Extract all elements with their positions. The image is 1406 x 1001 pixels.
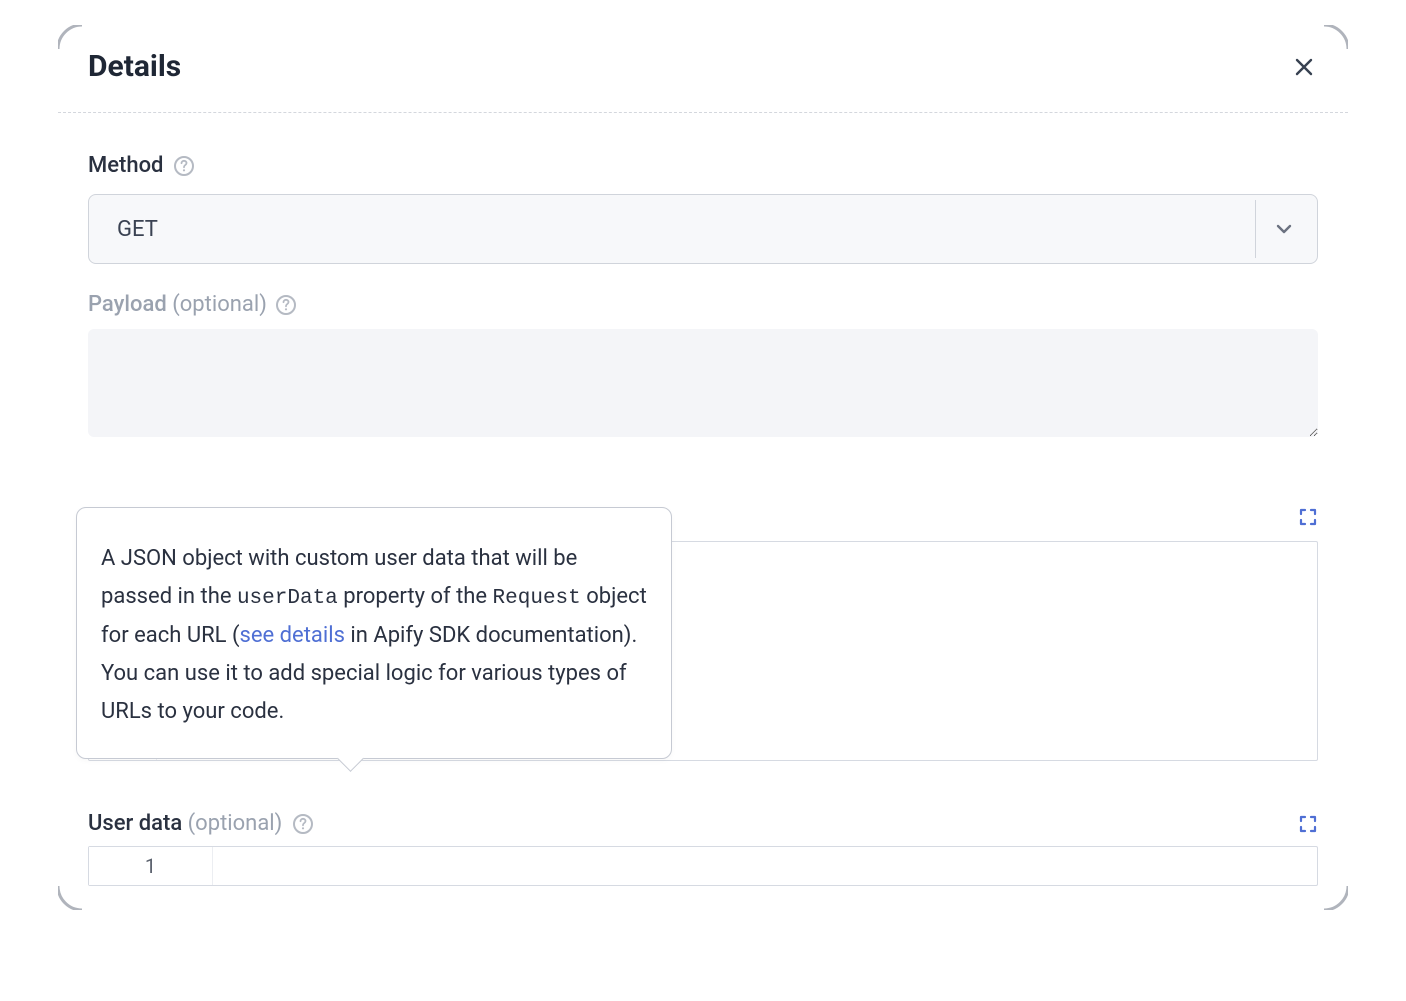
see-details-link[interactable]: see details: [240, 623, 345, 648]
method-label: Method: [88, 153, 163, 178]
code-request: Request: [493, 587, 581, 610]
userdata-tooltip: A JSON object with custom user data that…: [76, 507, 672, 759]
payload-textarea[interactable]: [88, 329, 1318, 437]
method-select[interactable]: GET: [88, 194, 1318, 264]
user-data-json-editor[interactable]: 1: [88, 846, 1318, 886]
json-main[interactable]: [213, 847, 1317, 885]
headers-section: A JSON object with custom user data that…: [88, 507, 1318, 761]
payload-label: Payload (optional): [88, 292, 267, 317]
user-data-optional: (optional): [188, 811, 283, 836]
method-select-wrapper: GET: [88, 194, 1318, 264]
user-data-label: User data (optional): [88, 811, 282, 836]
help-icon[interactable]: [275, 294, 297, 316]
chevron-down-icon: [1273, 218, 1295, 240]
user-data-section: User data (optional) 1: [88, 811, 1318, 886]
payload-label-row: Payload (optional): [88, 292, 1318, 317]
corner-tr: [1322, 25, 1348, 51]
expand-icon[interactable]: [1298, 507, 1318, 527]
corner-br: [1322, 884, 1348, 910]
json-gutter: 1: [89, 847, 213, 885]
user-data-label-row: User data (optional): [88, 811, 1318, 836]
corner-tl: [58, 25, 84, 51]
code-userdata: userData: [237, 587, 338, 610]
modal-content: Method GET Payload: [58, 113, 1348, 441]
close-button[interactable]: [1290, 53, 1318, 81]
modal-title: Details: [88, 49, 181, 84]
help-icon[interactable]: [173, 155, 195, 177]
corner-bl: [58, 884, 84, 910]
expand-icon[interactable]: [1298, 814, 1318, 834]
close-icon: [1292, 55, 1316, 79]
details-modal: Details Method GET: [58, 25, 1348, 910]
help-icon[interactable]: [292, 813, 314, 835]
payload-optional: (optional): [172, 292, 267, 317]
line-number: 1: [145, 854, 156, 878]
method-label-row: Method: [88, 153, 1318, 178]
method-value: GET: [117, 217, 158, 242]
modal-header: Details: [58, 25, 1348, 112]
